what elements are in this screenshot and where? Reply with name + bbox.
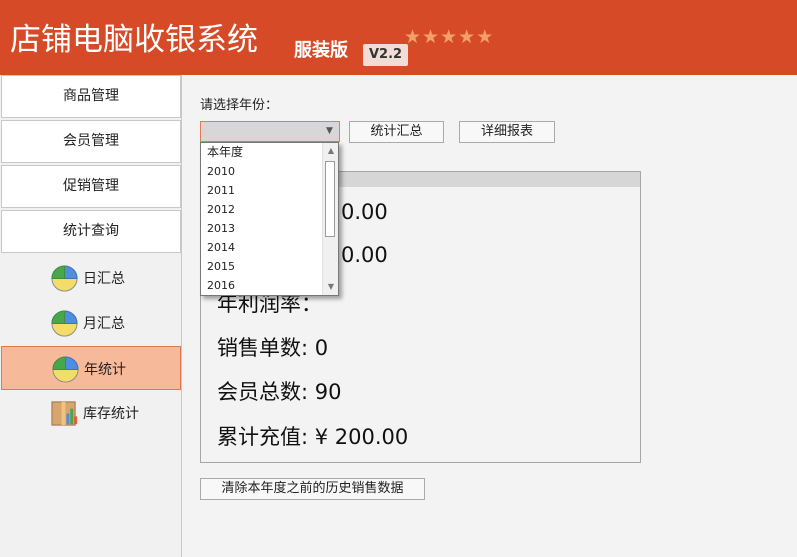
clear-history-sales-button[interactable]: 清除本年度之前的历史销售数据 xyxy=(200,478,425,500)
star-icon: ★ xyxy=(422,26,441,48)
menu-member-management[interactable]: 会员管理 xyxy=(1,120,181,163)
sidebar-item-yearly-statistics[interactable]: 年统计 xyxy=(1,346,181,390)
year-option-2011[interactable]: 2011 xyxy=(201,181,323,200)
chevron-down-icon[interactable]: ▼ xyxy=(321,123,338,140)
star-icon: ★ xyxy=(476,26,495,48)
detailed-report-button[interactable]: 详细报表 xyxy=(459,121,555,143)
rating-stars: ★★★★★ xyxy=(404,26,494,48)
edition-label: 服装版 xyxy=(294,40,348,61)
sidebar-item-daily-summary[interactable]: 日汇总 xyxy=(1,256,181,300)
profit-amount-value: 0.00 xyxy=(341,243,388,267)
chevron-up-icon[interactable]: ▲ xyxy=(324,144,338,158)
inventory-statistics-label: 库存统计 xyxy=(83,406,139,422)
year-prompt: 请选择年份： xyxy=(200,98,279,113)
yearly-statistics-label: 年统计 xyxy=(84,362,126,378)
star-icon: ★ xyxy=(458,26,477,48)
app-title: 店铺电脑收银系统 xyxy=(10,22,258,58)
sales-order-count: 销售单数: 0 xyxy=(217,336,329,360)
year-option-2016[interactable]: 2016 xyxy=(201,276,323,295)
pie-chart-icon xyxy=(51,265,78,292)
sales-amount-value: 0.00 xyxy=(341,200,388,224)
year-dropdown-list[interactable]: 本年度 2010 2011 2012 2013 2014 2015 2016 ▲… xyxy=(200,142,339,296)
year-option-current[interactable]: 本年度 xyxy=(201,143,323,162)
sidebar: 商品管理 会员管理 促销管理 统计查询 日汇总 月汇总 年统计 库存统计 xyxy=(0,75,182,557)
statistics-summary-button[interactable]: 统计汇总 xyxy=(349,121,444,143)
menu-promotion-management[interactable]: 促销管理 xyxy=(1,165,181,208)
year-option-2010[interactable]: 2010 xyxy=(201,162,323,181)
sidebar-item-inventory-statistics[interactable]: 库存统计 xyxy=(1,391,181,435)
monthly-summary-label: 月汇总 xyxy=(83,316,125,332)
year-option-2013[interactable]: 2013 xyxy=(201,219,323,238)
member-count: 会员总数: 90 xyxy=(217,380,342,404)
year-option-2015[interactable]: 2015 xyxy=(201,257,323,276)
year-option-2014[interactable]: 2014 xyxy=(201,238,323,257)
year-select[interactable]: ▼ xyxy=(200,121,340,142)
menu-statistics-query[interactable]: 统计查询 xyxy=(1,210,181,253)
inventory-chart-icon xyxy=(51,401,78,426)
total-topup: 累计充值: ¥ 200.00 xyxy=(217,425,409,449)
star-icon: ★ xyxy=(440,26,459,48)
star-icon: ★ xyxy=(404,26,423,48)
pie-chart-icon xyxy=(52,356,79,383)
daily-summary-label: 日汇总 xyxy=(83,271,125,287)
sidebar-item-monthly-summary[interactable]: 月汇总 xyxy=(1,301,181,345)
year-option-2012[interactable]: 2012 xyxy=(201,200,323,219)
menu-product-management[interactable]: 商品管理 xyxy=(1,75,181,118)
scroll-thumb[interactable] xyxy=(325,161,335,237)
chevron-down-icon[interactable]: ▼ xyxy=(324,280,338,294)
year-options: 本年度 2010 2011 2012 2013 2014 2015 2016 xyxy=(201,143,323,295)
year-dropdown-scrollbar[interactable]: ▲ ▼ xyxy=(322,143,338,295)
version-badge: V2.2 xyxy=(363,44,409,66)
app-header: 店铺电脑收银系统 服装版 V2.2 ★★★★★ xyxy=(0,0,797,75)
pie-chart-icon xyxy=(51,310,78,337)
